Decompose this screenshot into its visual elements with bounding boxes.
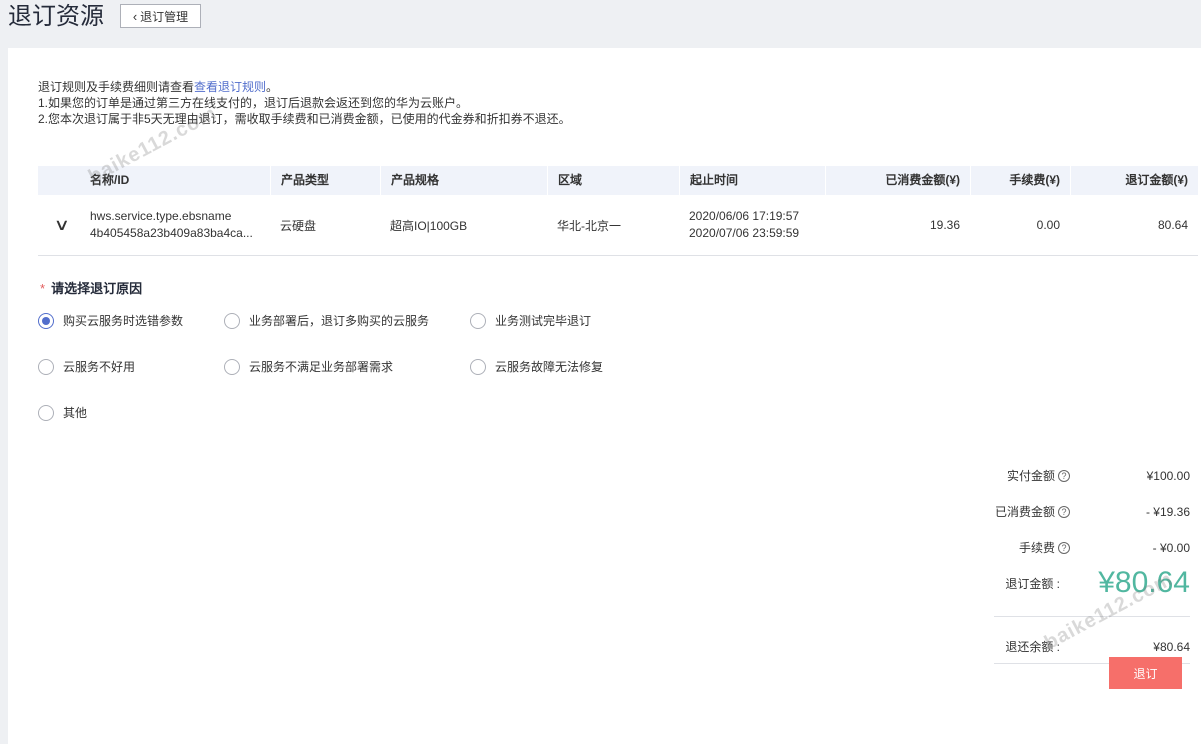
header-product-type: 产品类型: [270, 166, 380, 195]
radio-button[interactable]: [38, 312, 54, 329]
page-title: 退订资源: [8, 3, 104, 30]
back-button-label: 退订管理: [140, 9, 189, 24]
chevron-left-icon: ‹: [132, 8, 138, 24]
cell-product-spec: 超高IO|100GB: [390, 218, 468, 233]
radio-button[interactable]: [224, 312, 240, 329]
reason-option-test-finished[interactable]: 业务测试完毕退订: [470, 312, 591, 329]
table-header: 名称/ID 产品类型 产品规格 区域 起止时间 已消费金额(¥) 手续费(¥) …: [38, 166, 1198, 195]
cell-product-type: 云硬盘: [280, 218, 317, 233]
help-icon[interactable]: ?: [1058, 505, 1070, 518]
summary-balance-value: ¥80.64: [1153, 639, 1190, 654]
help-icon[interactable]: ?: [1058, 469, 1070, 482]
notice-line-1: 退订规则及手续费细则请查看查看退订规则。: [38, 80, 279, 94]
resource-table: 名称/ID 产品类型 产品规格 区域 起止时间 已消费金额(¥) 手续费(¥) …: [38, 166, 1198, 256]
summary-paid-value: ¥100.00: [1146, 468, 1190, 483]
cell-fee: 0.00: [1036, 218, 1060, 232]
header-refund-amount: 退订金额(¥): [1070, 166, 1198, 195]
radio-button[interactable]: [224, 358, 240, 375]
required-mark: *: [40, 281, 46, 296]
notice-block: 退订规则及手续费细则请查看查看退订规则。 1.如果您的订单是通过第三方在线支付的…: [38, 79, 571, 127]
header-consumed-amount: 已消费金额(¥): [825, 166, 970, 195]
resource-name: hws.service.type.ebsname: [90, 209, 232, 223]
notice-line-2: 1.如果您的订单是通过第三方在线支付的，退订后退款会返还到您的华为云账户。: [38, 96, 469, 110]
period-end: 2020/07/06 23:59:59: [689, 226, 800, 240]
resource-id: 4b405458a23b409a83ba4ca...: [90, 226, 253, 240]
reason-option-wrong-params[interactable]: 购买云服务时选错参数: [38, 312, 183, 329]
cell-name-id: hws.service.type.ebsname 4b405458a23b409…: [80, 208, 270, 242]
period-start: 2020/06/06 17:19:57: [689, 209, 800, 223]
summary-paid-row: 实付金额? ¥100.00: [1006, 468, 1190, 484]
back-to-unsubscribe-management-button[interactable]: ‹ 退订管理: [120, 4, 201, 28]
table-row: ∨ hws.service.type.ebsname 4b405458a23b4…: [38, 195, 1198, 256]
summary-consumed-value: - ¥19.36: [1145, 504, 1190, 519]
reason-section-title: * 请选择退订原因: [40, 281, 143, 296]
reason-option-over-purchased[interactable]: 业务部署后，退订多购买的云服务: [224, 312, 429, 329]
view-unsubscribe-rules-link[interactable]: 查看退订规则: [194, 80, 266, 94]
reason-option-unrepairable-fault[interactable]: 云服务故障无法修复: [470, 358, 603, 375]
summary-fee-value: - ¥0.00: [1152, 540, 1190, 555]
cell-consumed-amount: 19.36: [929, 218, 960, 232]
radio-button[interactable]: [38, 404, 54, 421]
unsubscribe-submit-button[interactable]: 退订: [1109, 657, 1182, 689]
summary-consumed-row: 已消费金额? - ¥19.36: [994, 504, 1190, 520]
help-icon[interactable]: ?: [1058, 541, 1070, 554]
main-panel: 退订规则及手续费细则请查看查看退订规则。 1.如果您的订单是通过第三方在线支付的…: [8, 48, 1201, 744]
notice-line-3: 2.您本次退订属于非5天无理由退订，需收取手续费和已消费金额，已使用的代金券和折…: [38, 112, 571, 126]
header-region: 区域: [547, 166, 679, 195]
reason-option-not-useful[interactable]: 云服务不好用: [38, 358, 135, 375]
expand-chevron-icon[interactable]: ∨: [54, 215, 70, 235]
cell-refund-amount: 80.64: [1157, 218, 1188, 232]
cell-period: 2020/06/06 17:19:57 2020/07/06 23:59:59: [679, 208, 825, 242]
summary-fee-row: 手续费? - ¥0.00: [1018, 540, 1190, 556]
header-product-spec: 产品规格: [380, 166, 547, 195]
reason-option-not-meet-needs[interactable]: 云服务不满足业务部署需求: [224, 358, 393, 375]
radio-button[interactable]: [470, 312, 486, 329]
radio-button[interactable]: [470, 358, 486, 375]
cell-region: 华北-北京一: [557, 218, 621, 233]
reason-option-other[interactable]: 其他: [38, 404, 87, 421]
header-period: 起止时间: [679, 166, 825, 195]
radio-button[interactable]: [38, 358, 54, 375]
header-fee: 手续费(¥): [970, 166, 1070, 195]
